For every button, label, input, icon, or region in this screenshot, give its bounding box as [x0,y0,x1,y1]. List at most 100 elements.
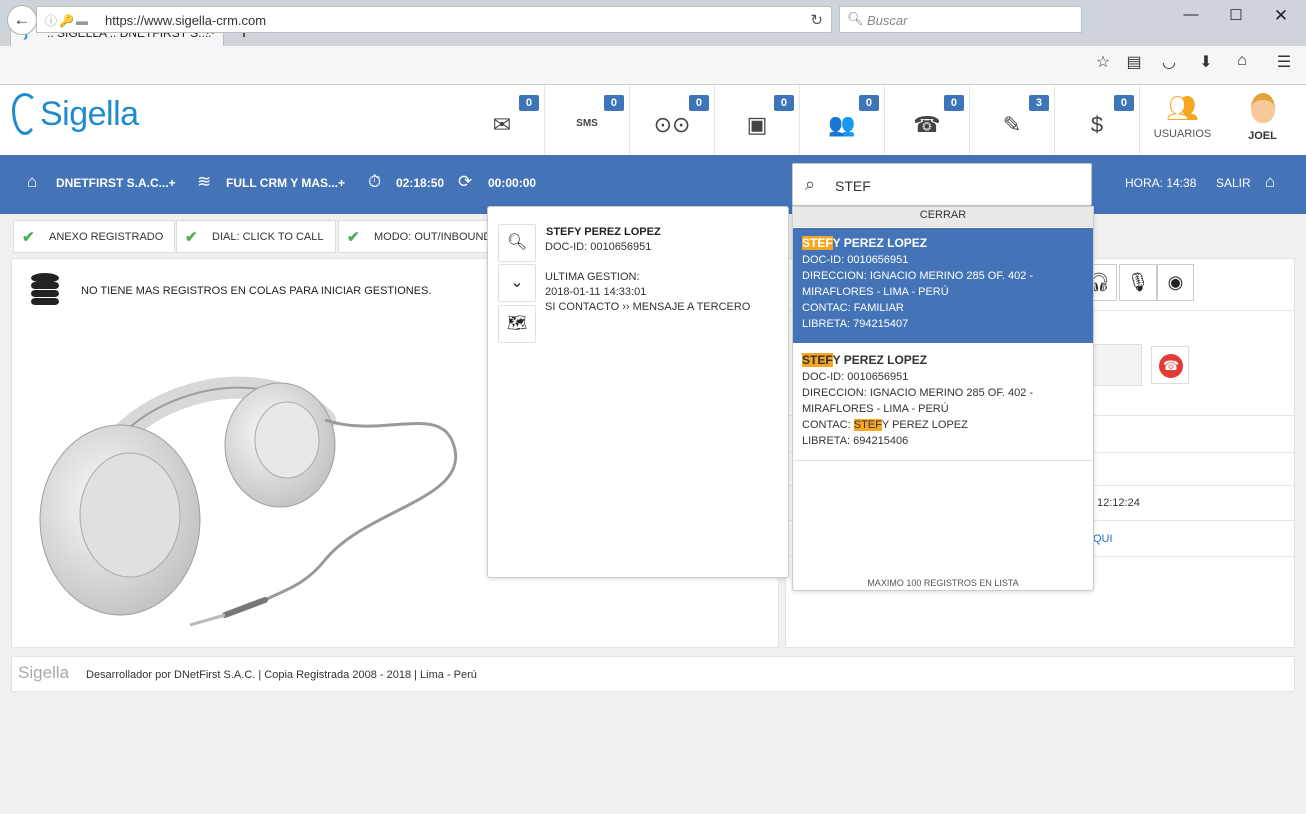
count-badge: 0 [518,95,539,111]
stopwatch-icon: ⏱︎ [368,172,382,191]
home-icon[interactable]: ⌂ [1230,52,1254,76]
phone-icon: ☎ [913,112,941,137]
status-anexo: ✔ ANEXO REGISTRADO [13,220,175,253]
check-icon: ✔ [22,229,35,246]
ultima-gestion-label: ULTIMA GESTION: [545,271,640,283]
count-badge: 0 [943,95,964,111]
url-text: https://www.sigella-crm.com [105,13,267,28]
result-name: STEFY PEREZ LOPEZ [802,236,928,250]
edit-button[interactable]: 3 ✎ [970,85,1055,155]
database-icon [31,273,59,305]
phone-hangup-icon: ☎ [1159,354,1183,378]
search-icon: 🔍︎ [847,11,864,26]
call-time: 12:12:24 [1097,497,1140,509]
aqui-link[interactable]: QUI [1093,533,1113,545]
notes-icon: ▣ [746,112,768,137]
company-selector[interactable]: DNETFIRST S.A.C...+ [56,176,176,190]
bookmark-star-icon[interactable]: ☆ [1091,52,1115,76]
count-badge: 0 [1113,95,1134,111]
pocket-icon[interactable]: ◡ [1157,52,1181,76]
notes-button[interactable]: 0 ▣ [715,85,800,155]
zoom-search-button[interactable]: 🔍︎ [498,224,536,262]
count-badge: 0 [688,95,709,111]
client-search-input[interactable]: ⌕ STEF [792,163,1092,206]
usuarios-label: USUARIOS [1153,128,1212,140]
result-doc: DOC-ID: 0010656951 [802,254,909,266]
count-badge: 0 [603,95,624,111]
result-direccion-2: MIRAFLORES - LIMA - PERÚ [802,286,949,298]
avatar [1250,93,1275,123]
sms-icon: SMS [576,118,598,129]
client-name: STEFY PEREZ LOPEZ [546,226,661,238]
result-direccion: DIRECCION: IGNACIO MERINO 285 OF. 402 - [802,387,1034,399]
campaign-selector[interactable]: FULL CRM Y MAS...+ [226,176,345,190]
search-result-item[interactable]: STEFY PEREZ LOPEZ DOC-ID: 0010656951 DIR… [793,228,1093,343]
logo-headset-icon [12,93,38,136]
close-results-button[interactable]: CERRAR [793,207,1093,227]
result-direccion: DIRECCION: IGNACIO MERINO 285 OF. 402 - [802,270,1034,282]
result-libreta: LIBRETA: 794215407 [802,318,909,330]
max-records-note: MAXIMO 100 REGISTROS EN LISTA [867,578,1019,588]
phone-button[interactable]: 0 ☎ [885,85,970,155]
status-modo: ✔ MODO: OUT/INBOUND [338,220,491,253]
number-input[interactable] [1093,344,1142,386]
count-badge: 3 [1028,95,1049,111]
client-doc: DOC-ID: 0010656951 [545,241,652,253]
count-badge: 0 [773,95,794,111]
dollar-icon: $ [1090,112,1104,137]
minimize-button[interactable]: — [1176,6,1206,28]
contacts-icon: 👥 [828,112,856,137]
email-icon: ✉ [492,112,512,137]
result-doc: DOC-ID: 0010656951 [802,371,909,383]
count-badge: 0 [858,95,879,111]
back-button[interactable]: ← [7,5,37,35]
voicemail-button[interactable]: 0 ⊙⊙ [630,85,715,155]
footer-logo: Sigella [18,663,70,682]
dial-button[interactable]: ◉ [1157,264,1194,301]
search-result-item[interactable]: STEFY PEREZ LOPEZ DOC-ID: 0010656951 DIR… [793,345,1093,461]
salir-button[interactable]: SALIR [1216,176,1251,190]
logout-home-icon[interactable]: ⌂ [1265,172,1275,192]
result-direccion-2: MIRAFLORES - LIMA - PERÚ [802,403,949,415]
ultima-gestion-date: 2018-01-11 14:33:01 [545,286,647,298]
download-icon[interactable]: ⬇ [1194,52,1218,76]
email-button[interactable]: 0 ✉ [460,85,545,155]
result-libreta: LIBRETA: 694215406 [802,435,909,447]
browser-search-input[interactable]: 🔍︎ Buscar [839,6,1082,33]
maximize-button[interactable]: ☐ [1221,6,1251,28]
search-placeholder: Buscar [867,13,908,28]
hora-label: HORA: 14:38 [1125,176,1197,190]
queue-empty-message: NO TIENE MAS REGISTROS EN COLAS PARA INI… [81,285,432,297]
reload-icon[interactable]: ↻ [810,11,823,29]
voicemail-icon: ⊙⊙ [653,112,691,137]
user-profile-button[interactable]: JOEL [1225,85,1300,155]
user-name: JOEL [1248,130,1277,142]
map-button[interactable]: 🗺︎ [498,305,536,343]
contacts-button[interactable]: 0 👥 [800,85,885,155]
usuarios-button[interactable]: 👥︎ USUARIOS [1140,85,1225,155]
sigella-logo[interactable]: Sigella [12,93,139,137]
check-icon: ✔ [185,229,198,246]
result-contac: CONTAC: FAMILIAR [802,302,904,314]
session-timer: 02:18:50 [396,176,445,190]
url-bar[interactable]: ⓘ🔑▬ https://www.sigella-crm.com ↻ [36,6,832,33]
result-contac: CONTAC: STEFY PEREZ LOPEZ [802,419,968,431]
hangup-button[interactable]: ☎ [1151,346,1189,384]
close-window-button[interactable]: ✕ [1266,6,1296,28]
dollar-button[interactable]: 0 $ [1055,85,1140,155]
sms-button[interactable]: 0 SMS [545,85,630,155]
database-icon: ≋ [197,172,212,191]
edit-icon: ✎ [1002,112,1022,137]
menu-icon[interactable]: ☰ [1272,52,1296,76]
check-icon: ✔ [347,229,360,246]
reading-list-icon[interactable]: ▤ [1122,52,1146,76]
headphones-image [39,376,458,627]
ultima-gestion-result: SI CONTACTO ›› MENSAJE A TERCERO [545,301,751,313]
microphone-button[interactable]: 🎙︎ [1119,264,1157,301]
company-home-icon: ⌂ [27,172,38,191]
call-timer: 00:00:00 [488,176,537,190]
chevron-down-icon[interactable]: ⌄ [498,264,536,302]
footer-text: Desarrollador por DNetFirst S.A.C. | Cop… [86,669,477,681]
site-info-icon[interactable]: ⓘ🔑▬ [45,12,90,29]
call-timer-icon: ⟳ [458,172,473,191]
